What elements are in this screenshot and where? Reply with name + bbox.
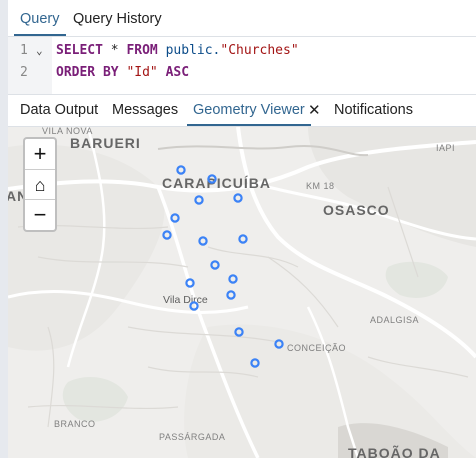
code-token: ORDER BY — [56, 65, 119, 80]
tab-messages[interactable]: Messages — [112, 95, 178, 126]
church-marker[interactable] — [274, 339, 284, 349]
fold-chevron-icon[interactable]: ⌄ — [36, 40, 43, 62]
church-marker[interactable] — [185, 278, 195, 288]
code-text: ORDER BY "Id" ASC — [56, 62, 189, 84]
editor-line[interactable]: 1 ⌄ SELECT * FROM public."Churches" — [8, 40, 476, 62]
church-marker[interactable] — [198, 236, 208, 246]
church-marker[interactable] — [207, 174, 217, 184]
tab-query[interactable]: Query — [14, 0, 65, 36]
church-marker[interactable] — [226, 290, 236, 300]
code-token: * — [102, 43, 127, 58]
church-marker[interactable] — [238, 234, 248, 244]
line-number: 2 — [20, 65, 28, 80]
editor-line[interactable]: 2 ORDER BY "Id" ASC — [8, 62, 476, 84]
code-token: SELECT — [56, 43, 103, 58]
close-icon[interactable]: ✕ — [308, 95, 321, 126]
query-tabs-bar: Query Query History — [8, 0, 476, 37]
sql-editor[interactable]: 1 ⌄ SELECT * FROM public."Churches" 2 ORDER … — [8, 37, 476, 95]
church-marker[interactable] — [250, 358, 260, 368]
code-text: SELECT * FROM public."Churches" — [56, 40, 299, 62]
home-icon[interactable]: ⌂ — [25, 170, 55, 200]
code-token: FROM — [126, 43, 158, 58]
church-marker[interactable] — [194, 195, 204, 205]
line-number: 1 — [20, 43, 28, 58]
code-token: "Id" — [126, 65, 158, 80]
zoom-in-button[interactable]: + — [25, 139, 55, 169]
code-token: ASC — [165, 65, 190, 80]
church-marker[interactable] — [162, 230, 172, 240]
church-marker[interactable] — [170, 213, 180, 223]
church-markers — [162, 165, 284, 368]
code-token: "Churches" — [220, 43, 299, 58]
church-marker[interactable] — [176, 165, 186, 175]
church-marker[interactable] — [228, 274, 238, 284]
church-marker[interactable] — [189, 301, 199, 311]
tab-notifications[interactable]: Notifications — [334, 95, 413, 126]
church-marker[interactable] — [233, 193, 243, 203]
zoom-control: + ⌂ − — [23, 137, 57, 232]
zoom-out-button[interactable]: − — [25, 200, 55, 230]
tab-geometry-viewer[interactable]: Geometry Viewer — [187, 95, 311, 126]
output-tabs-bar: Data Output Messages Geometry Viewer ✕ N… — [8, 95, 476, 127]
church-marker[interactable] — [234, 327, 244, 337]
tab-data-output[interactable]: Data Output — [20, 95, 98, 126]
tab-query-history[interactable]: Query History — [73, 0, 162, 36]
geometry-map[interactable]: VILA NOVA BARUERI IAPI CARAPICUÍBA KM 18… — [8, 127, 476, 458]
code-token: public. — [157, 43, 221, 58]
church-marker[interactable] — [210, 260, 220, 270]
